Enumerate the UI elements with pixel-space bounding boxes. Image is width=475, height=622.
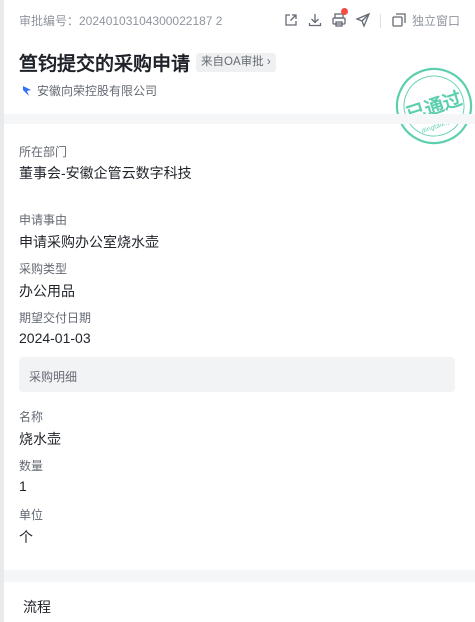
organization-name: 安徽向荣控股有限公司 bbox=[37, 84, 158, 98]
download-icon[interactable] bbox=[307, 12, 323, 28]
chevron-right-icon: › bbox=[266, 56, 271, 68]
section-separator bbox=[4, 114, 475, 124]
top-toolbar: 审批编号：20240103104300022187 2 独立窗口 bbox=[19, 8, 469, 30]
purchase-type-value: 办公用品 bbox=[19, 283, 75, 299]
department-label: 所在部门 bbox=[19, 145, 68, 159]
quantity-value: 1 bbox=[19, 478, 27, 494]
unit-value: 个 bbox=[19, 529, 33, 545]
page-title: 笪钧提交的采购申请 bbox=[19, 54, 191, 75]
unit-label: 单位 bbox=[19, 508, 44, 522]
toolbar-divider bbox=[380, 14, 381, 28]
item-name-label: 名称 bbox=[19, 410, 44, 424]
open-window-button[interactable]: 独立窗口 bbox=[391, 12, 460, 28]
flow-section-title: 流程 bbox=[23, 599, 51, 615]
source-tag-link[interactable]: 来自OA审批 › bbox=[196, 53, 276, 72]
purchase-detail-title: 采购明细 bbox=[29, 370, 78, 384]
delivery-date-label: 期望交付日期 bbox=[19, 311, 92, 325]
purchase-detail-section: 采购明细 bbox=[19, 357, 455, 392]
print-icon[interactable] bbox=[331, 8, 348, 28]
reason-value: 申请采购办公室烧水壶 bbox=[19, 234, 159, 250]
item-name-value: 烧水壶 bbox=[19, 431, 61, 447]
approval-number: 审批编号：20240103104300022187 2 bbox=[19, 14, 223, 28]
title-row: 笪钧提交的采购申请 来自OA审批 › bbox=[19, 49, 276, 75]
approval-detail-panel: 审批编号：20240103104300022187 2 独立窗口 笪钧提交的采购… bbox=[4, 0, 475, 622]
organization-row: 安徽向荣控股有限公司 bbox=[21, 82, 157, 99]
notification-dot bbox=[341, 8, 348, 15]
source-tag-label: 来自OA审批 bbox=[201, 56, 264, 68]
approved-stamp: 已通过 dingtalk.com bbox=[384, 56, 475, 157]
send-icon[interactable] bbox=[355, 12, 371, 28]
company-logo-icon bbox=[23, 86, 31, 96]
delivery-date-value: 2024-01-03 bbox=[19, 330, 91, 346]
open-window-icon bbox=[392, 13, 406, 27]
purchase-type-label: 采购类型 bbox=[19, 262, 68, 276]
department-value: 董事会-安徽企管云数字科技 bbox=[19, 165, 192, 181]
open-window-label: 独立窗口 bbox=[412, 14, 461, 28]
quantity-label: 数量 bbox=[19, 459, 44, 473]
share-icon[interactable] bbox=[283, 12, 299, 28]
section-separator-bottom bbox=[4, 570, 475, 582]
reason-label: 申请事由 bbox=[19, 213, 68, 227]
